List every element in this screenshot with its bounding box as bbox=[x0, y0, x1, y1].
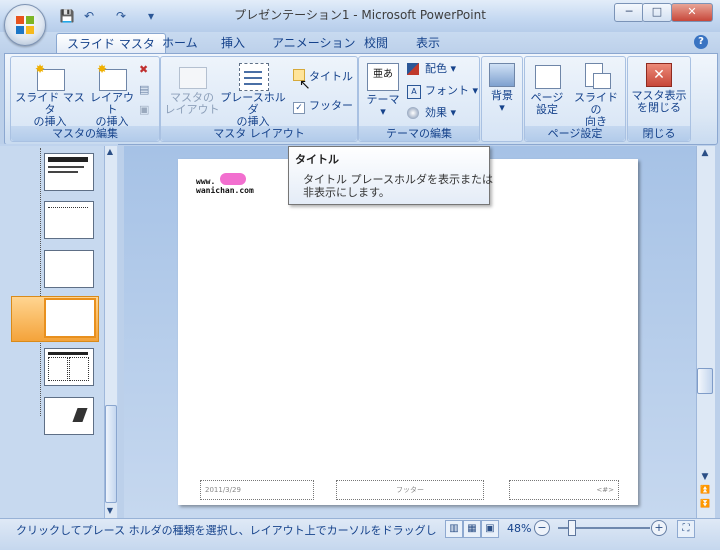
thumbnail-layout-selected[interactable] bbox=[44, 298, 96, 338]
group-label: マスタの編集 bbox=[11, 126, 159, 141]
colors-icon bbox=[407, 63, 419, 75]
tab-slide-master[interactable]: スライド マスタ bbox=[56, 33, 166, 54]
tooltip-title: タイトル bbox=[295, 153, 339, 166]
rename-icon[interactable]: ▤ bbox=[139, 83, 153, 97]
window-title: プレゼンテーション1 - Microsoft PowerPoint bbox=[234, 8, 486, 22]
scroll-down-icon[interactable]: ▼ bbox=[105, 506, 115, 516]
date-placeholder[interactable]: 2011/3/29 bbox=[200, 480, 314, 500]
theme-icon: 亜あ bbox=[367, 63, 399, 91]
group-close: ✕ マスタ表示 を閉じる 閉じる bbox=[627, 56, 691, 142]
help-icon[interactable]: ? bbox=[694, 35, 708, 49]
thumbnail-layout[interactable] bbox=[44, 201, 94, 239]
group-label: テーマの編集 bbox=[359, 126, 479, 141]
fit-to-window-icon[interactable]: ⛶ bbox=[677, 520, 695, 538]
thumbnail-layout[interactable] bbox=[44, 348, 94, 386]
group-background: 背景 ▾ bbox=[481, 56, 523, 142]
maximize-button[interactable]: □ bbox=[642, 3, 672, 22]
group-label: ページ設定 bbox=[525, 126, 625, 141]
tooltip-body: タイトル プレースホルダを表示または 非表示にします。 bbox=[303, 173, 493, 199]
insert-slide-master-button[interactable]: ✸ スライド マスタ の挿入 bbox=[13, 63, 87, 128]
insert-placeholder-button[interactable]: プレースホルダ の挿入 bbox=[217, 63, 289, 128]
redo-icon[interactable]: ↷ bbox=[112, 8, 130, 24]
page-setup-button[interactable]: ページ 設定 bbox=[527, 63, 567, 116]
insert-slide-master-icon: ✸ bbox=[35, 63, 65, 91]
tab-review[interactable]: 校閲 bbox=[354, 33, 398, 53]
thumbnail-layout[interactable] bbox=[44, 397, 94, 435]
master-layout-button[interactable]: マスタの レイアウト bbox=[163, 63, 221, 116]
background-icon bbox=[489, 63, 515, 87]
undo-icon[interactable]: ↶ bbox=[80, 8, 98, 24]
previous-slide-icon[interactable]: ⏫ bbox=[699, 485, 711, 497]
tab-view[interactable]: 表示 bbox=[406, 33, 450, 53]
canvas-scroll-thumb[interactable] bbox=[697, 368, 713, 394]
office-button[interactable] bbox=[4, 4, 46, 46]
close-master-view-button[interactable]: ✕ マスタ表示 を閉じる bbox=[628, 63, 690, 114]
footer-checkbox-box[interactable]: ✓ bbox=[293, 102, 305, 114]
colors-dropdown[interactable]: 配色 ▾ bbox=[407, 59, 456, 79]
page-setup-icon bbox=[532, 63, 562, 89]
minimize-button[interactable]: ─ bbox=[614, 3, 644, 22]
zoom-level[interactable]: 48% bbox=[507, 522, 531, 535]
slideshow-button[interactable]: ▣ bbox=[481, 520, 499, 538]
insert-layout-button[interactable]: ✸ レイアウト の挿入 bbox=[87, 63, 137, 128]
delete-icon[interactable]: ✖ bbox=[139, 63, 153, 77]
thumbnail-slide-master[interactable] bbox=[44, 153, 94, 191]
thumbnail-scroll-thumb[interactable] bbox=[105, 405, 117, 503]
footer-checkbox[interactable]: ✓ フッター bbox=[293, 96, 353, 116]
save-icon[interactable]: 💾 bbox=[58, 8, 76, 24]
insert-placeholder-icon bbox=[238, 63, 269, 91]
group-theme-edit: 亜あ テーマ ▾ 配色 ▾ A フォント ▾ 効果 ▾ テーマの編集 bbox=[358, 56, 480, 142]
effects-icon bbox=[407, 107, 419, 119]
close-master-icon: ✕ bbox=[646, 63, 672, 87]
master-layout-icon bbox=[177, 63, 207, 89]
thumbnail-layout[interactable] bbox=[44, 250, 94, 288]
logo-crocodile-icon bbox=[220, 173, 246, 185]
next-slide-icon[interactable]: ⏬ bbox=[699, 499, 711, 511]
page-number-placeholder[interactable]: <#> bbox=[509, 480, 619, 500]
mouse-cursor-icon: ↖ bbox=[299, 77, 311, 93]
close-window-button[interactable]: ✕ bbox=[671, 3, 713, 22]
zoom-out-icon[interactable]: − bbox=[534, 520, 550, 536]
group-page-setup: ページ 設定 スライドの 向き ページ設定 bbox=[524, 56, 626, 142]
slide-orientation-icon bbox=[581, 63, 611, 89]
footer-placeholder[interactable]: フッター bbox=[336, 480, 484, 500]
zoom-slider-knob[interactable] bbox=[568, 520, 576, 536]
effects-dropdown[interactable]: 効果 ▾ bbox=[407, 103, 456, 123]
slide-orientation-button[interactable]: スライドの 向き bbox=[569, 63, 623, 128]
slide[interactable]: www. wanichan.com 2011/3/29 フッター <#> bbox=[178, 159, 638, 505]
canvas-scrollbar[interactable] bbox=[696, 146, 715, 518]
status-message: クリックしてプレース ホルダの種類を選択し、レイアウト上でカーソルをドラッグして… bbox=[16, 524, 436, 537]
office-logo-icon bbox=[16, 16, 34, 34]
scroll-down-icon[interactable]: ▼ bbox=[699, 472, 711, 484]
group-label: マスタ レイアウト bbox=[161, 126, 357, 141]
layout-connector-line bbox=[40, 148, 41, 416]
normal-view-button[interactable]: ▥ bbox=[445, 520, 463, 538]
scroll-up-icon[interactable]: ▲ bbox=[699, 148, 711, 160]
insert-layout-icon: ✸ bbox=[97, 63, 127, 91]
zoom-in-icon[interactable]: + bbox=[651, 520, 667, 536]
tab-insert[interactable]: 挿入 bbox=[211, 33, 255, 53]
slide-sorter-button[interactable]: ▦ bbox=[463, 520, 481, 538]
background-button[interactable]: 背景 ▾ bbox=[484, 63, 520, 114]
tab-home[interactable]: ホーム bbox=[152, 33, 208, 53]
tab-animation[interactable]: アニメーション bbox=[262, 33, 366, 53]
group-master-layout: マスタの レイアウト プレースホルダ の挿入 タイトル ↖ ✓ フッター マスタ … bbox=[160, 56, 358, 142]
fonts-dropdown[interactable]: A フォント ▾ bbox=[407, 81, 478, 101]
group-master-edit: ✸ スライド マスタ の挿入 ✸ レイアウト の挿入 ✖ ▤ ▣ マスタの編集 bbox=[10, 56, 160, 142]
customize-quick-access-icon[interactable]: ▾ bbox=[142, 8, 160, 24]
theme-button[interactable]: 亜あ テーマ ▾ bbox=[363, 63, 403, 118]
preserve-icon[interactable]: ▣ bbox=[139, 103, 153, 117]
tooltip: タイトル タイトル プレースホルダを表示または 非表示にします。 bbox=[288, 146, 493, 205]
group-label: 閉じる bbox=[628, 126, 690, 141]
fonts-icon: A bbox=[407, 85, 421, 99]
scroll-up-icon[interactable]: ▲ bbox=[105, 147, 115, 157]
